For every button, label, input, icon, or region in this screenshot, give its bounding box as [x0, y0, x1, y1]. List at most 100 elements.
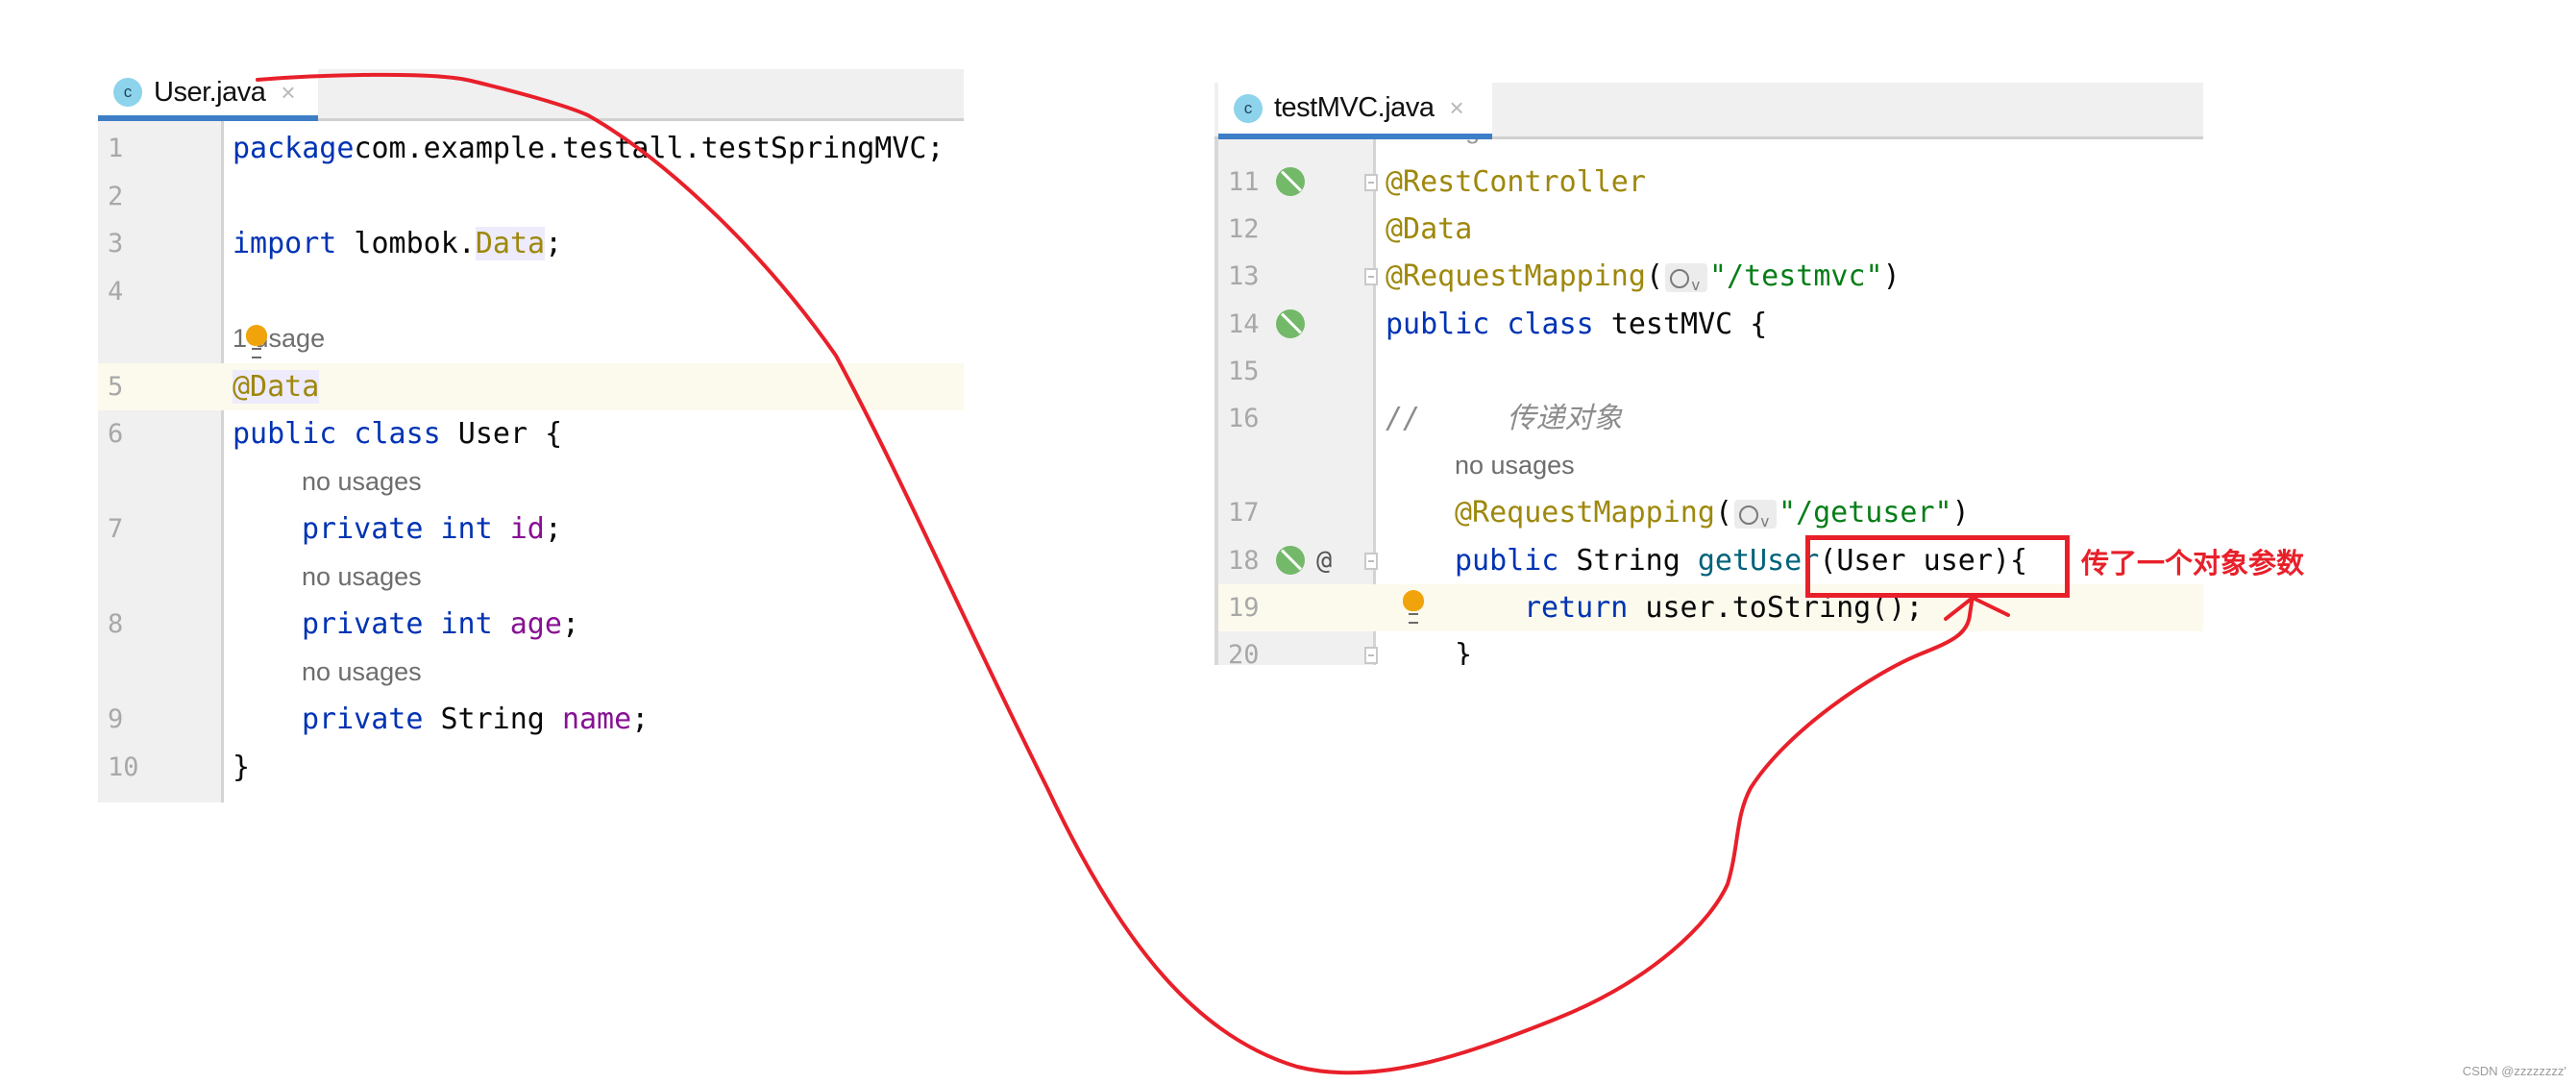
- code-line[interactable]: 13 @RequestMapping("/testmvc"): [1218, 253, 2203, 308]
- class-c-icon: c: [113, 78, 142, 107]
- code-line[interactable]: 4: [98, 268, 964, 315]
- spring-bean-icon[interactable]: [1276, 167, 1305, 196]
- usage-hint-row[interactable]: no usages: [1218, 442, 2203, 489]
- code-line[interactable]: 2: [98, 173, 964, 220]
- code-token: public class: [233, 417, 441, 451]
- close-tab-icon[interactable]: ×: [1449, 93, 1463, 123]
- code-text: private String name;: [302, 696, 649, 743]
- lightbulb-icon[interactable]: [1403, 589, 1424, 624]
- fold-toggle-icon[interactable]: [1364, 174, 1378, 191]
- code-token: }: [1455, 638, 1473, 665]
- code-token: ;: [544, 512, 562, 546]
- fold-toggle-icon[interactable]: [1364, 647, 1378, 664]
- code-token: name: [561, 702, 632, 736]
- code-token: testMVC {: [1593, 307, 1768, 341]
- code-line[interactable]: 20}: [1218, 631, 2203, 665]
- code-text: @Data: [233, 363, 320, 410]
- code-token: (: [1645, 259, 1663, 294]
- code-token: import: [233, 227, 337, 260]
- line-number: 7: [108, 514, 124, 544]
- fold-toggle-icon[interactable]: [1364, 268, 1378, 286]
- code-token: lombok.: [336, 227, 476, 260]
- code-text: @RestController: [1386, 159, 1646, 206]
- highlight-box: [1805, 535, 2070, 598]
- usage-hint[interactable]: no usages: [302, 649, 422, 696]
- code-token: "/testmvc": [1709, 259, 1883, 294]
- code-token: @Data: [233, 369, 320, 404]
- spring-bean-icon[interactable]: [1276, 308, 1305, 338]
- line-number: 18: [1228, 545, 1260, 576]
- code-token: ): [1951, 496, 1970, 530]
- code-line[interactable]: 14 public class testMVC {: [1218, 301, 2203, 348]
- fold-toggle-icon[interactable]: [1364, 552, 1378, 570]
- code-token: @RequestMapping: [1455, 496, 1715, 530]
- code-line[interactable]: 6 public class User {: [98, 410, 964, 457]
- left-code-area[interactable]: 1 packagecom.example.testall.testSpringMV…: [98, 121, 964, 802]
- tab-user-java[interactable]: c User.java ×: [98, 69, 318, 121]
- code-text: @RequestMapping("/testmvc"): [1386, 253, 1901, 308]
- line-number: 4: [108, 276, 124, 307]
- code-line[interactable]: 17 @RequestMapping("/getuser"): [1218, 489, 2203, 545]
- code-line[interactable]: 11 @RestController: [1218, 159, 2203, 206]
- line-number: 19: [1228, 592, 1260, 623]
- code-text: }: [1455, 631, 1472, 665]
- close-tab-icon[interactable]: ×: [281, 78, 295, 108]
- code-line[interactable]: 7 private int id;: [98, 505, 964, 553]
- code-text: public class User {: [233, 410, 562, 457]
- line-number: 1: [108, 134, 124, 163]
- globe-icon[interactable]: [1734, 498, 1777, 545]
- line-number: 3: [108, 229, 124, 259]
- usage-hint[interactable]: no usages: [302, 458, 422, 505]
- line-number: 10: [108, 751, 139, 782]
- code-line[interactable]: 1 packagecom.example.testall.testSpringMV…: [98, 125, 964, 172]
- code-token: ;: [561, 607, 579, 641]
- line-number: 17: [1228, 498, 1260, 529]
- usage-hint-row[interactable]: no usages: [98, 554, 964, 601]
- usage-hint-row[interactable]: no usages: [98, 458, 964, 505]
- usage-hint-row[interactable]: no usages: [98, 649, 964, 696]
- code-token: (: [1714, 496, 1732, 530]
- code-text: }: [233, 744, 250, 791]
- code-token: @Data: [1386, 212, 1473, 247]
- tab-testmvc-java[interactable]: c testMVC.java ×: [1218, 83, 1492, 139]
- code-line[interactable]: 12 @Data: [1218, 206, 2203, 253]
- usage-hint[interactable]: no usages: [302, 554, 422, 601]
- code-token: @RestController: [1386, 165, 1646, 199]
- globe-icon[interactable]: [1665, 261, 1707, 308]
- line-number: 9: [108, 704, 124, 734]
- code-token: ;: [545, 227, 563, 260]
- code-line[interactable]: 5 @Data: [98, 362, 964, 410]
- line-number: 13: [1228, 261, 1260, 292]
- at-annotation-icon[interactable]: @: [1316, 537, 1332, 584]
- line-number: 6: [108, 419, 124, 449]
- code-text: @Data: [1386, 206, 1472, 253]
- code-token: age: [509, 607, 562, 641]
- code-token: Data: [475, 227, 546, 260]
- right-tab-bar: c testMVC.java ×: [1214, 83, 2203, 139]
- code-text: @RequestMapping("/getuser"): [1455, 489, 1970, 545]
- lightbulb-icon[interactable]: [246, 325, 267, 358]
- code-line[interactable]: 16 // 传递对象: [1218, 395, 2203, 442]
- spring-web-icon[interactable]: [1276, 545, 1305, 575]
- tab-label: User.java: [154, 76, 266, 108]
- line-number: 11: [1228, 167, 1260, 197]
- code-line[interactable]: 3 import lombok.Data;: [98, 220, 964, 267]
- code-line[interactable]: 15: [1218, 348, 2203, 395]
- code-line[interactable]: 8 private int age;: [98, 601, 964, 648]
- code-token: @RequestMapping: [1386, 259, 1646, 294]
- code-token: getUser: [1697, 543, 1820, 578]
- code-token: id: [509, 512, 545, 546]
- line-number: 14: [1228, 308, 1260, 339]
- code-line[interactable]: 10}: [98, 744, 964, 791]
- code-token: }: [233, 750, 251, 784]
- line-number: 15: [1228, 356, 1260, 386]
- code-token: ;: [631, 702, 650, 736]
- usage-hint-row[interactable]: 1 usage: [98, 315, 964, 362]
- code-text: import lombok.Data;: [233, 220, 562, 267]
- line-number: 2: [108, 181, 124, 211]
- usage-hint[interactable]: no usages: [1455, 442, 1575, 489]
- code-line[interactable]: 9 private String name;: [98, 696, 964, 743]
- code-token: package: [233, 132, 355, 165]
